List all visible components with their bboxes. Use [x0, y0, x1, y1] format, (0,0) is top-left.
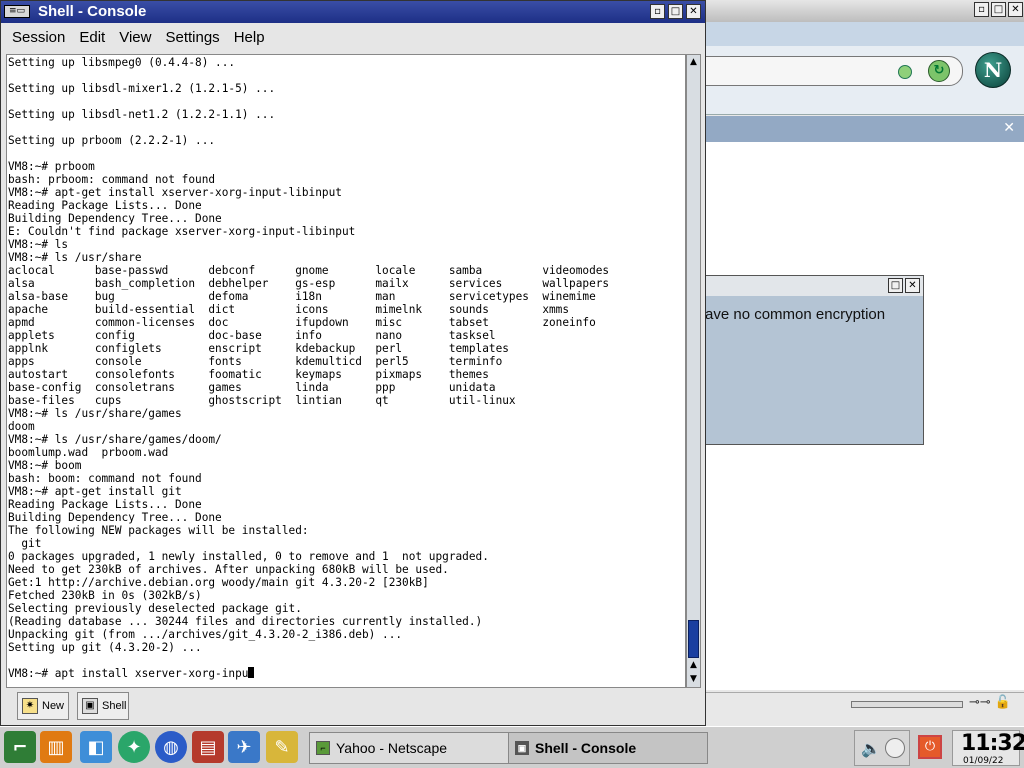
- tab-shell-label: Shell: [102, 700, 127, 712]
- window-menu-icon[interactable]: ≡▭: [4, 5, 30, 18]
- netscape-task-icon: ⌐: [316, 741, 330, 755]
- task-yahoo-netscape[interactable]: ⌐ Yahoo - Netscape: [309, 732, 509, 764]
- progress-bar: [851, 701, 963, 708]
- netscape-toolbar: ↻ N: [691, 46, 1024, 115]
- taskbar: ⌐ ▥ ◧ ✦ ◍ ▤ ✈ ✎ ⌐ Yahoo - Netscape ▣ She…: [0, 726, 1024, 768]
- clock[interactable]: 11:32 01/09/22: [952, 730, 1024, 766]
- new-session-icon: ✷: [22, 698, 38, 714]
- maximize-icon[interactable]: □: [991, 2, 1006, 17]
- console-task-icon: ▣: [515, 741, 529, 755]
- scroll-up-icon[interactable]: ▲: [687, 56, 700, 69]
- netscape-tabbar: ✕: [701, 116, 1024, 142]
- menu-session[interactable]: Session: [12, 29, 65, 46]
- security-icon[interactable]: [898, 65, 912, 79]
- netscape-statusbar: ⊸⊸ 🔓: [701, 692, 1024, 715]
- console-titlebar[interactable]: ≡▭ Shell - Console ▫ □ ✕: [1, 1, 705, 23]
- close-icon[interactable]: ✕: [686, 4, 701, 19]
- archive-icon[interactable]: ▤: [192, 731, 224, 763]
- netscape-titlebar[interactable]: ▫ □ ✕: [701, 0, 1024, 22]
- menu-view[interactable]: View: [119, 29, 151, 46]
- terminal-output[interactable]: Setting up libsmpeg0 (0.4.4-8) ... Setti…: [6, 54, 686, 688]
- task-label: Shell - Console: [535, 740, 637, 756]
- close-icon[interactable]: ✕: [905, 278, 920, 293]
- text-cursor: [248, 667, 255, 678]
- maximize-icon[interactable]: □: [668, 4, 683, 19]
- system-tray: 🔈: [854, 730, 910, 766]
- terminal-scrollbar[interactable]: ▲ ▲ ▼: [686, 54, 701, 688]
- console-menubar: Session Edit View Settings Help: [1, 24, 705, 50]
- clock-time: 11:32: [961, 731, 1024, 756]
- minimize-icon[interactable]: ▫: [974, 2, 989, 17]
- life-vest-icon[interactable]: ▥: [40, 731, 72, 763]
- alert-dialog: □ ✕ ave no common encryption: [700, 275, 924, 445]
- console-window: ≡▭ Shell - Console ▫ □ ✕ Session Edit Vi…: [0, 0, 706, 726]
- close-icon[interactable]: ✕: [1008, 2, 1023, 17]
- window-title: Shell - Console: [38, 3, 147, 20]
- scroll-thumb[interactable]: [688, 620, 699, 658]
- clock-date: 01/09/22: [963, 756, 1004, 766]
- scroll-down-icon[interactable]: ▼: [687, 673, 700, 686]
- scroll-up-icon[interactable]: ▲: [687, 659, 700, 672]
- menu-edit[interactable]: Edit: [79, 29, 105, 46]
- user-icon[interactable]: [885, 738, 905, 758]
- package-icon[interactable]: ◧: [80, 731, 112, 763]
- new-session-label: New: [42, 700, 65, 712]
- network-icon[interactable]: ✈: [228, 731, 260, 763]
- globe-icon[interactable]: ◍: [155, 731, 187, 763]
- editor-icon[interactable]: ✎: [266, 731, 298, 763]
- menu-settings[interactable]: Settings: [165, 29, 219, 46]
- running-man-icon[interactable]: ✦: [118, 731, 150, 763]
- minimize-icon[interactable]: ▫: [650, 4, 665, 19]
- connection-plug-icon: ⊸⊸ 🔓: [969, 695, 1012, 710]
- task-label: Yahoo - Netscape: [336, 740, 448, 756]
- power-icon[interactable]: ⏻: [918, 735, 942, 759]
- terminal-text: Setting up libsmpeg0 (0.4.4-8) ... Setti…: [8, 56, 610, 680]
- dialog-message: ave no common encryption: [705, 306, 886, 323]
- terminal-icon: ▣: [82, 698, 98, 714]
- maximize-icon[interactable]: □: [888, 278, 903, 293]
- dialog-titlebar[interactable]: □ ✕: [701, 276, 923, 296]
- new-session-button[interactable]: ✷ New: [17, 692, 69, 720]
- url-field[interactable]: ↻: [691, 56, 963, 86]
- search-go-icon[interactable]: ↻: [928, 60, 950, 82]
- netscape-logo-icon[interactable]: N: [975, 52, 1011, 88]
- netscape-menubar: [701, 22, 1024, 46]
- close-tab-icon[interactable]: ✕: [1003, 120, 1015, 136]
- menu-help[interactable]: Help: [234, 29, 265, 46]
- task-shell-console[interactable]: ▣ Shell - Console: [508, 732, 708, 764]
- k-menu-icon[interactable]: ⌐: [4, 731, 36, 763]
- speaker-icon[interactable]: 🔈: [861, 739, 881, 758]
- tab-shell[interactable]: ▣ Shell: [77, 692, 129, 720]
- session-tabbar: ✷ New ▣ Shell: [1, 690, 705, 725]
